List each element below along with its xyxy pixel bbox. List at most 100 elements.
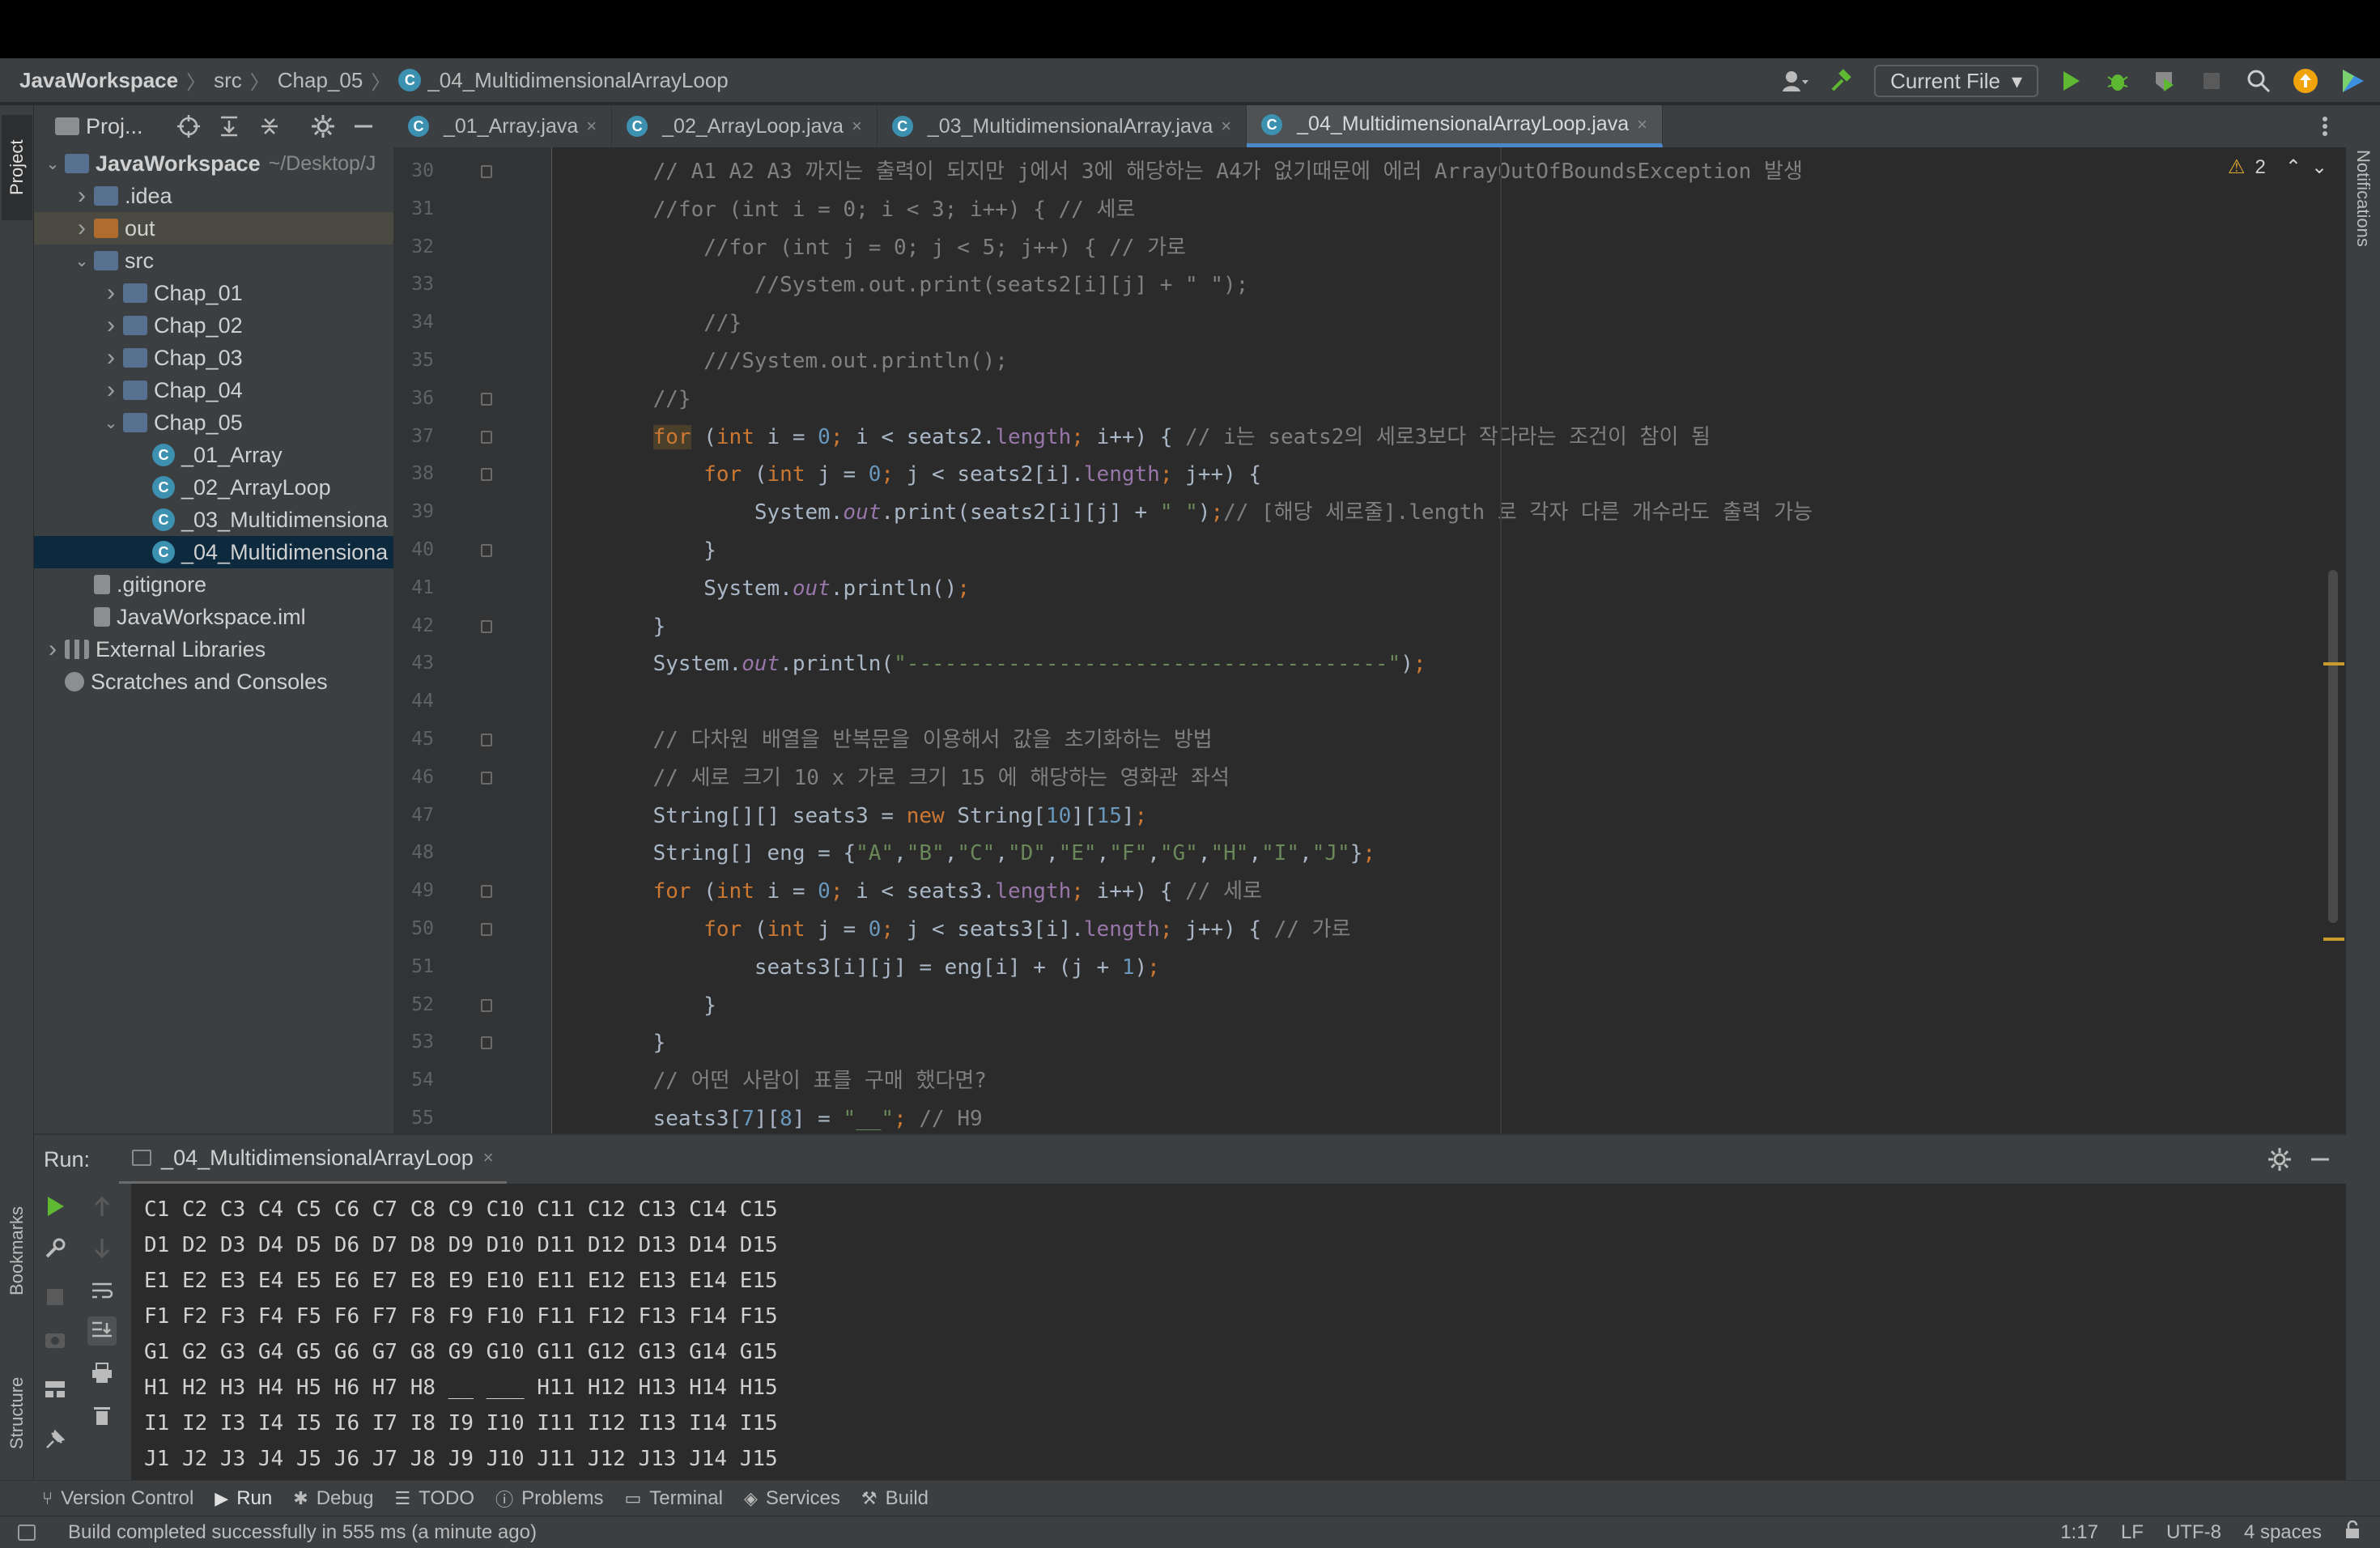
- indent-setting[interactable]: 4 spaces: [2244, 1521, 2322, 1544]
- chevron-icon[interactable]: ›: [99, 376, 123, 404]
- chevron-icon[interactable]: ›: [70, 215, 94, 242]
- fold-marker-icon[interactable]: [481, 1036, 492, 1050]
- code-line[interactable]: // A1 A2 A3 까지는 출력이 되지만 j에서 3에 해당하는 A4가 …: [602, 154, 1803, 189]
- minimize-icon[interactable]: [2306, 1145, 2335, 1174]
- code-line[interactable]: //System.out.print(seats2[i][j] + " ");: [602, 267, 1248, 303]
- code-line[interactable]: }: [602, 1025, 666, 1061]
- tool-window-version-control[interactable]: ⑂ Version Control: [42, 1487, 193, 1510]
- code-line[interactable]: //for (int j = 0; j < 5; j++) { // 가로: [602, 230, 1186, 266]
- tree-item[interactable]: C _04_Multidimensiona: [34, 536, 393, 568]
- build-hammer-icon[interactable]: [1827, 66, 1856, 96]
- tool-window-debug[interactable]: ✱ Debug: [293, 1487, 373, 1510]
- line-separator[interactable]: LF: [2121, 1521, 2144, 1544]
- editor-tab[interactable]: C _02_ArrayLoop.java ×: [612, 105, 878, 147]
- tree-item[interactable]: C _03_Multidimensiona: [34, 504, 393, 536]
- minimize-icon[interactable]: [349, 112, 378, 141]
- breadcrumb-item-project[interactable]: JavaWorkspace: [19, 68, 178, 93]
- gear-icon[interactable]: [308, 112, 338, 141]
- fold-marker-icon[interactable]: [481, 771, 492, 785]
- more-tabs-icon[interactable]: [2310, 112, 2340, 141]
- fold-marker-icon[interactable]: [481, 998, 492, 1012]
- code-line[interactable]: for (int i = 0; i < seats3.length; i++) …: [602, 874, 1262, 909]
- code-line[interactable]: // 세로 크기 10 x 가로 크기 15 에 해당하는 영화관 좌석: [602, 760, 1230, 796]
- inspection-widget[interactable]: ⚠ 2 ⌃ ⌄: [2228, 155, 2327, 179]
- chevron-down-icon[interactable]: ⌄: [2311, 155, 2327, 179]
- close-icon[interactable]: ×: [1221, 116, 1231, 137]
- project-panel-title[interactable]: Proj...: [86, 114, 143, 139]
- search-icon[interactable]: [2244, 66, 2273, 96]
- tree-item[interactable]: ⌄ src: [34, 245, 393, 277]
- fold-marker-icon[interactable]: [481, 468, 492, 482]
- tree-item[interactable]: ⌄ Chap_05: [34, 406, 393, 439]
- update-icon[interactable]: [2291, 66, 2320, 96]
- coverage-icon[interactable]: [2150, 66, 2179, 96]
- wrench-icon[interactable]: [40, 1234, 70, 1263]
- tool-window-run[interactable]: ▶ Run: [215, 1487, 272, 1510]
- tree-item[interactable]: C _02_ArrayLoop: [34, 471, 393, 504]
- editor-tab[interactable]: C _03_MultidimensionalArray.java ×: [878, 105, 1247, 147]
- chevron-icon[interactable]: ⌄: [40, 154, 65, 174]
- code-line[interactable]: // 다차원 배열을 반복문을 이용해서 값을 초기화하는 방법: [602, 722, 1213, 758]
- code-line[interactable]: System.out.println();: [602, 571, 970, 606]
- tree-item[interactable]: ⌄ JavaWorkspace ~/Desktop/J: [34, 147, 393, 180]
- console-output[interactable]: C1 C2 C3 C4 C5 C6 C7 C8 C9 C10 C11 C12 C…: [131, 1184, 2346, 1480]
- chevron-icon[interactable]: ›: [99, 279, 123, 307]
- arrow-up-icon[interactable]: [87, 1192, 117, 1221]
- print-icon[interactable]: [87, 1359, 117, 1388]
- pin-icon[interactable]: [40, 1425, 70, 1454]
- tree-item[interactable]: › External Libraries: [34, 633, 393, 666]
- tree-item[interactable]: › Chap_04: [34, 374, 393, 406]
- layout-icon[interactable]: [40, 1375, 70, 1404]
- code-line[interactable]: seats3[7][8] = "__"; // H9: [602, 1101, 983, 1133]
- tree-item[interactable]: › Chap_03: [34, 342, 393, 374]
- code-line[interactable]: String[] eng = {"A","B","C","D","E","F",…: [602, 836, 1375, 871]
- expand-all-icon[interactable]: [215, 112, 244, 141]
- status-message[interactable]: Build completed successfully in 555 ms (…: [68, 1521, 537, 1544]
- code-line[interactable]: //}: [602, 381, 691, 417]
- tree-item[interactable]: › out: [34, 212, 393, 245]
- debug-icon[interactable]: [2103, 66, 2132, 96]
- tree-item[interactable]: › .idea: [34, 180, 393, 212]
- file-encoding[interactable]: UTF-8: [2166, 1521, 2221, 1544]
- close-icon[interactable]: ×: [852, 116, 862, 137]
- editor-scrollbar[interactable]: [2328, 570, 2338, 923]
- breadcrumb-item-package[interactable]: Chap_05: [278, 68, 363, 93]
- close-icon[interactable]: ×: [483, 1147, 494, 1168]
- lock-icon[interactable]: [2344, 1520, 2361, 1546]
- close-icon[interactable]: ×: [1637, 114, 1647, 135]
- run-configuration-select[interactable]: Current File ▾: [1874, 65, 2038, 97]
- fold-marker-icon[interactable]: [481, 392, 492, 406]
- code-line[interactable]: for (int j = 0; j < seats3[i].length; j+…: [602, 912, 1350, 947]
- chevron-icon[interactable]: ›: [40, 636, 65, 663]
- run-icon[interactable]: [2056, 66, 2085, 96]
- chevron-icon[interactable]: ⌄: [99, 413, 123, 433]
- tree-item[interactable]: Scratches and Consoles: [34, 666, 393, 698]
- code-line[interactable]: //}: [602, 305, 742, 341]
- rerun-icon[interactable]: [40, 1192, 70, 1221]
- fold-marker-icon[interactable]: [481, 619, 492, 633]
- tab-bookmarks-tool[interactable]: Bookmarks: [2, 1182, 32, 1320]
- stop-icon[interactable]: [2197, 66, 2226, 96]
- chevron-icon[interactable]: ›: [70, 182, 94, 210]
- jetbrains-logo-icon[interactable]: [2338, 66, 2367, 96]
- tool-window-problems[interactable]: ⓘ Problems: [495, 1486, 603, 1512]
- arrow-down-icon[interactable]: [87, 1234, 117, 1263]
- fold-marker-icon[interactable]: [481, 734, 492, 746]
- fold-marker-icon[interactable]: [481, 923, 492, 936]
- trash-icon[interactable]: [87, 1401, 117, 1430]
- run-tab[interactable]: _04_MultidimensionalArrayLoop ×: [119, 1134, 507, 1184]
- code-line[interactable]: }: [602, 609, 666, 644]
- code-editor[interactable]: // A1 A2 A3 까지는 출력이 되지만 j에서 3에 해당하는 A4가 …: [552, 147, 2063, 1133]
- chevron-icon[interactable]: ⌄: [70, 251, 94, 271]
- tree-item[interactable]: JavaWorkspace.iml: [34, 601, 393, 633]
- tool-window-build[interactable]: ⚒ Build: [861, 1487, 929, 1510]
- stop-icon[interactable]: [40, 1282, 70, 1312]
- code-line[interactable]: for (int j = 0; j < seats2[i].length; j+…: [602, 457, 1261, 492]
- code-line[interactable]: // 어떤 사람이 표를 구매 했다면?: [602, 1063, 987, 1099]
- chevron-icon[interactable]: ›: [99, 312, 123, 339]
- soft-wrap-icon[interactable]: [87, 1276, 117, 1305]
- breadcrumb-item-class[interactable]: _04_MultidimensionalArrayLoop: [427, 68, 728, 93]
- tab-notifications-tool[interactable]: Notifications: [2348, 121, 2378, 275]
- fold-marker-icon[interactable]: [481, 430, 492, 444]
- code-line[interactable]: String[][] seats3 = new String[10][15];: [602, 798, 1148, 834]
